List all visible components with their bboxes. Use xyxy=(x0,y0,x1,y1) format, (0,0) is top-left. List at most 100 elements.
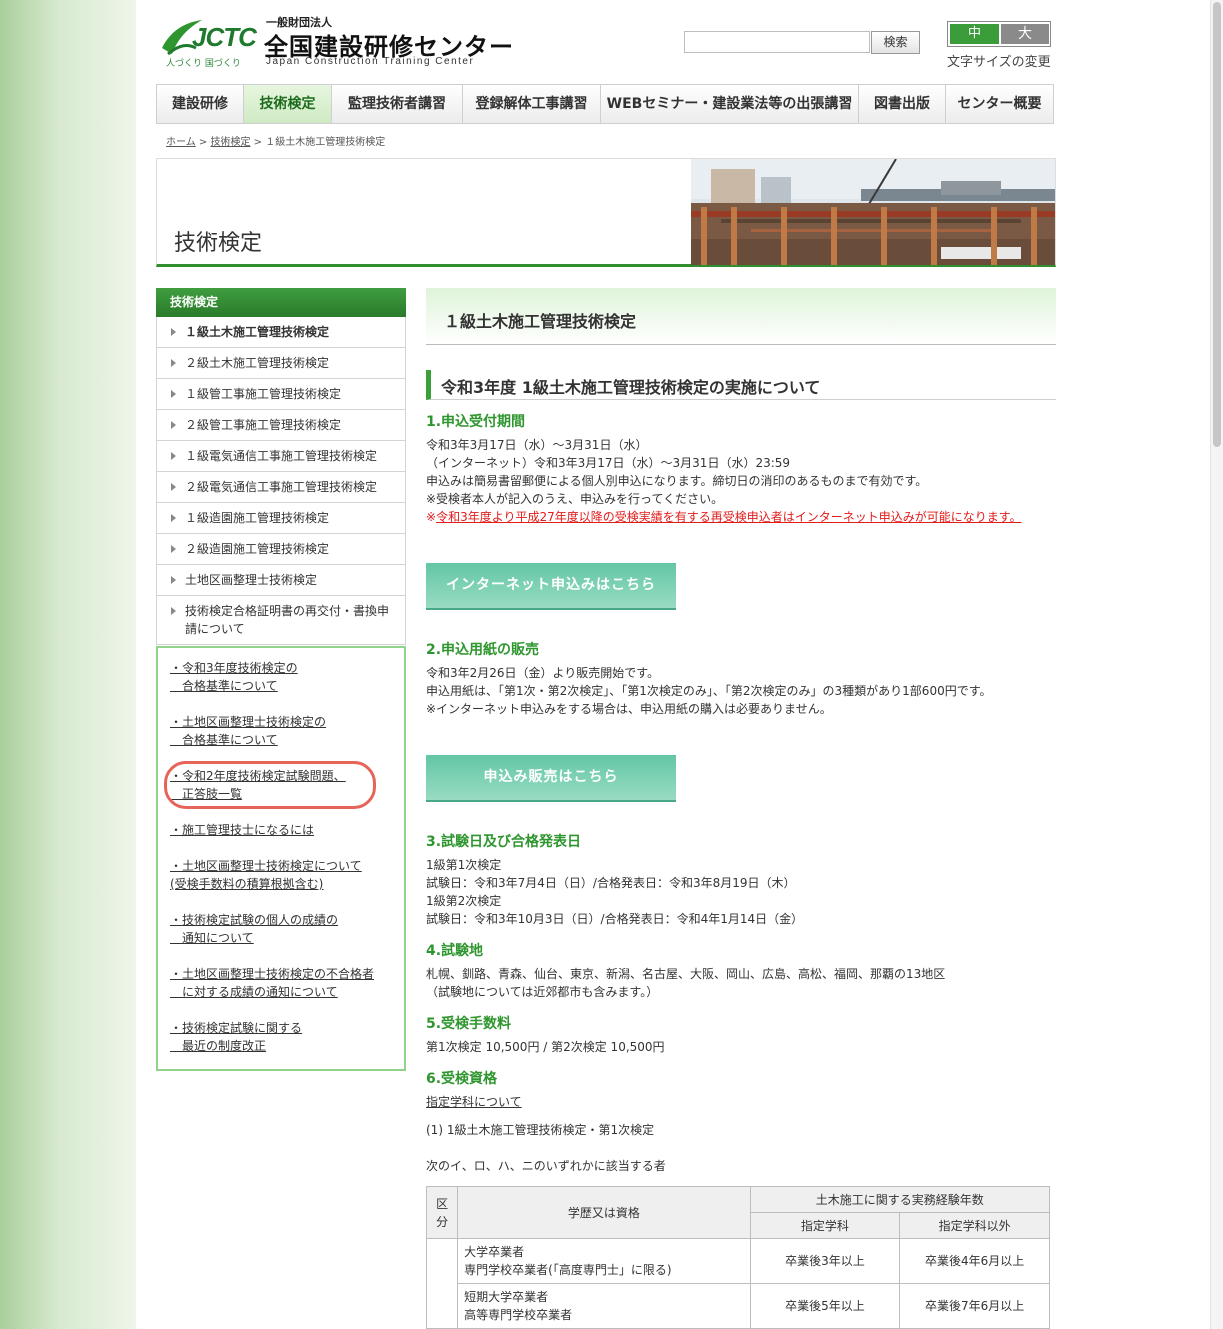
scrollbar[interactable] xyxy=(1210,0,1223,1329)
designated-subjects-link[interactable]: 指定学科について xyxy=(426,1093,522,1111)
site-logo[interactable]: JCTC 人づくり 国づくり 一般財団法人 全国建設研修センター Japan C… xyxy=(158,14,513,72)
sidebar-menu: １級土木施工管理技術検定 ２級土木施工管理技術検定 １級管工事施工管理技術検定 … xyxy=(156,317,406,645)
table-cell: 卒業後3年以上 xyxy=(749,1238,901,1284)
cell-line: 短期大学卒業者 xyxy=(464,1290,549,1304)
s1-line: 令和3年3月17日（水）～3月31日（水） xyxy=(426,438,648,452)
sidebar-item-label: １級造園施工管理技術検定 xyxy=(185,511,330,525)
arrow-right-icon xyxy=(171,514,176,522)
link-line: ・技術検定試験に関する xyxy=(170,1021,303,1035)
breadcrumb-separator: > xyxy=(198,137,208,148)
nav-kensetsu-kenshu[interactable]: 建設研修 xyxy=(157,85,244,123)
form-sales-button[interactable]: 申込み販売はこちら xyxy=(426,755,676,802)
table-cell xyxy=(425,1238,459,1329)
sidebar-item-2kyu-zouen[interactable]: ２級造園施工管理技術検定 xyxy=(157,533,405,564)
arrow-right-icon xyxy=(171,421,176,429)
link-personal-score[interactable]: ・技術検定試験の個人の成績の 通知について xyxy=(170,911,338,947)
sidebar-item-label: １級管工事施工管理技術検定 xyxy=(185,387,342,401)
arrow-right-icon xyxy=(171,576,176,584)
construction-site-photo xyxy=(691,159,1055,265)
table-row: 短期大学卒業者 高等専門学校卒業者 卒業後5年以上 卒業後7年6月以上 xyxy=(427,1283,1050,1329)
s5-title: 5.受検手数料 xyxy=(426,1016,512,1032)
sidebar-item-2kyu-doboku[interactable]: ２級土木施工管理技術検定 xyxy=(157,347,405,378)
logo-jctc-text: JCTC xyxy=(192,22,257,52)
sidebar-item-label: ２級造園施工管理技術検定 xyxy=(185,542,330,556)
link-line: ・土地区画整理士技術検定について xyxy=(170,859,362,873)
note-mark: ※ xyxy=(426,510,437,524)
font-size-switch: 中 大 xyxy=(947,21,1051,47)
s6-sub: (1) 1級土木施工管理技術検定・第1次検定 xyxy=(426,1123,655,1137)
sidebar-item-label: 土地区画整理士技術検定 xyxy=(185,573,318,587)
breadcrumb-separator: > xyxy=(253,137,263,148)
s3-line: 試験日：令和3年10月3日（日）/合格発表日：令和4年1月14日（金） xyxy=(426,912,804,926)
table-cell: 卒業後5年以上 xyxy=(749,1283,901,1329)
sidebar-item-2kyu-denki-tsushin[interactable]: ２級電気通信工事施工管理技術検定 xyxy=(157,471,405,502)
sidebar-item-1kyu-doboku[interactable]: １級土木施工管理技術検定 xyxy=(157,317,405,347)
link-r3-pass-criteria[interactable]: ・令和3年度技術検定の 合格基準について xyxy=(170,659,298,695)
s2-line: 令和3年2月26日（金）より販売開始です。 xyxy=(426,666,660,680)
s6-intro: 次のイ、ロ、ハ、ニのいずれかに該当する者 xyxy=(426,1159,666,1173)
arrow-right-icon xyxy=(171,545,176,553)
sidebar-item-1kyu-kankouji[interactable]: １級管工事施工管理技術検定 xyxy=(157,378,405,409)
nav-kanri-gijutsusha[interactable]: 監理技術者講習 xyxy=(332,85,463,123)
breadcrumb-parent[interactable]: 技術検定 xyxy=(210,137,250,148)
font-size-medium-button[interactable]: 中 xyxy=(950,24,999,44)
search-button[interactable]: 検索 xyxy=(871,31,920,54)
link-line: ・令和3年度技術検定の xyxy=(170,661,298,675)
cell-line: 大学卒業者 xyxy=(464,1245,525,1259)
breadcrumb-home[interactable]: ホーム xyxy=(166,137,196,148)
nav-web-seminar[interactable]: WEBセミナー・建設業法等の出張講習 xyxy=(601,85,859,123)
s6-title: 6.受検資格 xyxy=(426,1071,498,1087)
s3-title: 3.試験日及び合格発表日 xyxy=(426,834,582,850)
table-cell: 大学卒業者 専門学校卒業者(「高度専門士」に限る) xyxy=(457,1238,751,1284)
search-input[interactable] xyxy=(684,31,870,53)
note-link: 令和3年度より平成27年度以降の受検実績を有する再受検申込者はインターネット申込… xyxy=(436,510,1022,524)
th-gakureki: 学歴又は資格 xyxy=(457,1186,751,1239)
s3-line: 1級第2次検定 xyxy=(426,894,502,908)
font-size-large-button[interactable]: 大 xyxy=(1001,24,1049,44)
sidebar-item-label: 技術検定合格証明書の再交付・書換申請について xyxy=(185,604,390,636)
th-igai: 指定学科以外 xyxy=(899,1212,1050,1239)
s4-line: 札幌、釧路、青森、仙台、東京、新潟、名古屋、大阪、岡山、広島、高松、福岡、那覇の… xyxy=(426,967,946,981)
sidebar-item-label: ２級土木施工管理技術検定 xyxy=(185,356,330,370)
link-system-revision[interactable]: ・技術検定試験に関する 最近の制度改正 xyxy=(170,1019,302,1055)
sidebar-item-1kyu-zouen[interactable]: １級造園施工管理技術検定 xyxy=(157,502,405,533)
link-line: ・施工管理技士になるには xyxy=(170,823,315,837)
link-line: (受検手数料の積算根拠含む) xyxy=(170,877,324,891)
s3-line: 1級第1次検定 xyxy=(426,858,502,872)
arrow-right-icon xyxy=(171,483,176,491)
arrow-right-icon xyxy=(171,607,176,615)
sidebar-heading: 技術検定 xyxy=(156,288,406,317)
link-tochi-pass-criteria[interactable]: ・土地区画整理士技術検定の 合格基準について xyxy=(170,713,326,749)
s3-line: 試験日：令和3年7月4日（日）/合格発表日：令和3年8月19日（木） xyxy=(426,876,796,890)
sidebar-item-1kyu-denki-tsushin[interactable]: １級電気通信工事施工管理技術検定 xyxy=(157,440,405,471)
sidebar-item-label: ２級管工事施工管理技術検定 xyxy=(185,418,342,432)
sidebar-item-tochi-kukaku[interactable]: 土地区画整理士技術検定 xyxy=(157,564,405,595)
internet-apply-button[interactable]: インターネット申込みはこちら xyxy=(426,563,676,610)
nav-center-gaiyou[interactable]: センター概要 xyxy=(946,85,1053,123)
nav-kaitai-koushu[interactable]: 登録解体工事講習 xyxy=(463,85,601,123)
s1-note[interactable]: ※令和3年度より平成27年度以降の受検実績を有する再受検申込者はインターネット申… xyxy=(426,508,1022,526)
link-how-to-become[interactable]: ・施工管理技士になるには xyxy=(170,821,314,839)
global-nav: 建設研修 技術検定 監理技術者講習 登録解体工事講習 WEBセミナー・建設業法等… xyxy=(156,84,1054,124)
scrollbar-thumb[interactable] xyxy=(1213,2,1221,447)
sidebar-item-certificate-reissue[interactable]: 技術検定合格証明書の再交付・書換申請について xyxy=(157,595,405,644)
sidebar-item-label: １級土木施工管理技術検定 xyxy=(185,325,330,339)
link-line: 通知について xyxy=(170,931,254,945)
link-tochi-fail-score[interactable]: ・土地区画整理士技術検定の不合格者 に対する成績の通知について xyxy=(170,965,374,1001)
nav-gijutsu-kentei[interactable]: 技術検定 xyxy=(244,85,332,123)
nav-tosho-shuppan[interactable]: 図書出版 xyxy=(859,85,946,123)
link-tochi-about[interactable]: ・土地区画整理士技術検定について (受検手数料の積算根拠含む) xyxy=(170,857,362,893)
section-heading: 令和3年度 1級土木施工管理技術検定の実施について xyxy=(441,378,821,397)
s4-title: 4.試験地 xyxy=(426,943,484,959)
table-cell: 卒業後4年6月以上 xyxy=(899,1238,1050,1284)
th-kubun: 区分 xyxy=(425,1186,459,1239)
sidebar-item-2kyu-kankouji[interactable]: ２級管工事施工管理技術検定 xyxy=(157,409,405,440)
main-heading: １級土木施工管理技術検定 xyxy=(444,312,637,331)
arrow-right-icon xyxy=(171,390,176,398)
logo-tagline: 人づくり 国づくり xyxy=(166,59,241,69)
page: JCTC 人づくり 国づくり 一般財団法人 全国建設研修センター Japan C… xyxy=(136,0,1211,1329)
logo-english-name: Japan Construction Training Center xyxy=(266,56,475,67)
s2-line: 申込用紙は、「第1次・第2次検定」、「第1次検定のみ」、「第2次検定のみ」の3種… xyxy=(426,684,992,698)
page-hero: 技術検定 xyxy=(156,158,1056,267)
table-row: 大学卒業者 専門学校卒業者(「高度専門士」に限る) 卒業後3年以上 卒業後4年6月… xyxy=(425,1238,1050,1329)
